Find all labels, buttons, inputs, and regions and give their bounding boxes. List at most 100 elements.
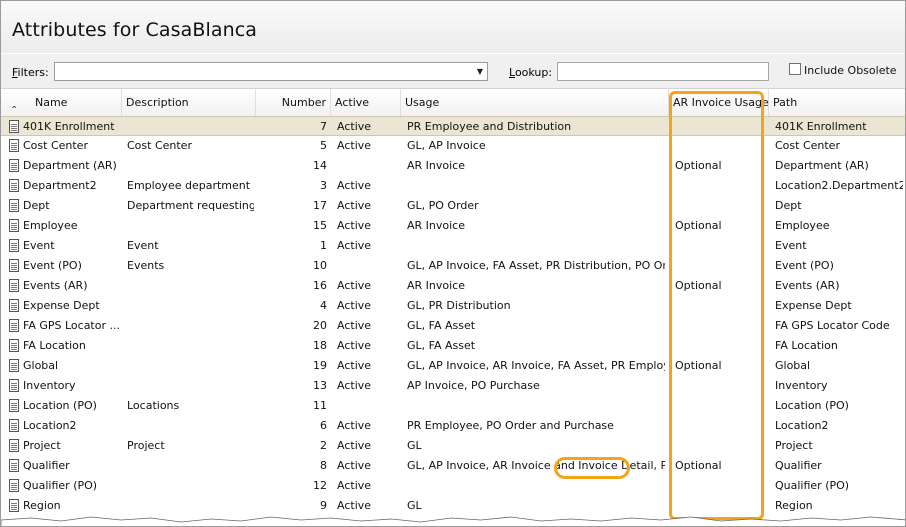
cell-name: Global: [23, 359, 59, 372]
table-row[interactable]: Expense Dept 4 Active GL, PR Distribution Ex…: [1, 296, 905, 316]
cell-number: 6: [320, 419, 327, 432]
table-row[interactable]: Cost Center Cost Center 5 Active GL, AP Invo…: [1, 136, 905, 156]
cell-usage: [407, 396, 665, 416]
cell-active: Active: [337, 359, 372, 372]
cell-ar-invoice-usage: Optional: [675, 159, 722, 172]
cell-name: FA GPS Locator ...: [23, 319, 120, 332]
cell-name: Department (AR): [23, 159, 117, 172]
document-icon: [9, 179, 19, 192]
cell-ar-invoice-usage: [675, 416, 765, 436]
cell-description: Employee department: [127, 179, 251, 192]
table-row[interactable]: Employee 15 Active AR Invoice Optional Employ…: [1, 216, 905, 236]
column-header-usage[interactable]: Usage: [401, 89, 669, 116]
document-icon: [9, 479, 19, 492]
include-obsolete-label[interactable]: Include Obsolete: [804, 64, 897, 77]
cell-name: Events (AR): [23, 279, 88, 292]
cell-number: 14: [313, 159, 327, 172]
cell-active: Active: [337, 419, 372, 432]
cell-usage: GL, PO Order: [407, 199, 479, 212]
cell-usage: AR Invoice: [407, 159, 465, 172]
cell-path: Cost Center: [775, 139, 840, 152]
cell-ar-invoice-usage: [675, 396, 765, 416]
document-icon: [9, 499, 19, 512]
column-header-description[interactable]: Description: [122, 89, 256, 116]
table-row[interactable]: Event Event 1 Active Event: [1, 236, 905, 256]
cell-path: Location (PO): [775, 399, 849, 412]
cell-ar-invoice-usage: Optional: [675, 359, 722, 372]
cell-description: [127, 416, 254, 436]
lookup-input[interactable]: [557, 62, 769, 81]
table-row[interactable]: Event (PO) Events 10 GL, AP Invoice, FA Ass…: [1, 256, 905, 276]
cell-ar-invoice-usage: [675, 316, 765, 336]
cell-number: 2: [320, 439, 327, 452]
chevron-down-icon[interactable]: ▼: [477, 67, 483, 76]
cell-name: Department2: [23, 179, 97, 192]
filters-dropdown[interactable]: ▼: [54, 62, 488, 81]
cell-name: Location (PO): [23, 399, 97, 412]
table-row[interactable]: Global 19 Active GL, AP Invoice, AR Invoice…: [1, 356, 905, 376]
cell-active: Active: [337, 120, 372, 133]
cell-name: Inventory: [23, 379, 76, 392]
cell-number: 3: [320, 179, 327, 192]
cell-usage: GL, PR Distribution: [407, 299, 511, 312]
cell-usage: GL, AP Invoice, AR Invoice, FA Asset, PR…: [407, 359, 665, 372]
cell-active: Active: [337, 339, 372, 352]
cell-path: Location2.Department2: [775, 179, 903, 192]
table-row[interactable]: Qualifier 8 Active GL, AP Invoice, AR Invoi…: [1, 456, 905, 476]
document-icon: [9, 219, 19, 232]
cell-active: Active: [337, 139, 372, 152]
cell-ar-invoice-usage: [675, 296, 765, 316]
cell-description: [127, 296, 254, 316]
cell-active: [337, 396, 399, 416]
cell-description: [127, 216, 254, 236]
cell-active: Active: [337, 239, 372, 252]
cell-active: Active: [337, 319, 372, 332]
cell-ar-invoice-usage: [675, 196, 765, 216]
cell-usage: PR Employee, PO Order and Purchase: [407, 419, 614, 432]
cell-path: Department (AR): [775, 159, 869, 172]
cell-active: Active: [337, 279, 372, 292]
table-row[interactable]: 401K Enrollment 7 Active PR Employee and Di…: [1, 116, 905, 136]
table-row[interactable]: Location2 6 Active PR Employee, PO Order an…: [1, 416, 905, 436]
table-row[interactable]: Dept Department requesting... 17 Active GL, …: [1, 196, 905, 216]
document-icon: [9, 120, 19, 133]
column-header-active[interactable]: Active: [331, 89, 401, 116]
include-obsolete-checkbox[interactable]: [789, 63, 801, 75]
table-row[interactable]: Project Project 2 Active GL Project: [1, 436, 905, 456]
cell-name: Qualifier (PO): [23, 479, 98, 492]
cell-path: FA GPS Locator Code: [775, 319, 890, 332]
cell-number: 15: [313, 219, 327, 232]
table-row[interactable]: FA GPS Locator ... 20 Active GL, FA Asset FA…: [1, 316, 905, 336]
cell-usage: GL: [407, 439, 422, 452]
table-row[interactable]: Qualifier (PO) 12 Active Qualifier (PO): [1, 476, 905, 496]
document-icon: [9, 279, 19, 292]
table-row[interactable]: Inventory 13 Active AP Invoice, PO Purchase…: [1, 376, 905, 396]
cell-description: Event: [127, 239, 159, 252]
cell-description: [127, 376, 254, 396]
cell-number: 13: [313, 379, 327, 392]
column-header-path[interactable]: Path: [769, 89, 905, 116]
cell-description: Cost Center: [127, 139, 192, 152]
document-icon: [9, 399, 19, 412]
cell-ar-invoice-usage: [675, 117, 765, 137]
cell-active: Active: [337, 459, 372, 472]
document-icon: [9, 439, 19, 452]
cell-ar-invoice-usage: [675, 436, 765, 456]
document-icon: [9, 379, 19, 392]
column-header-number[interactable]: Number: [256, 89, 331, 116]
table-row[interactable]: FA Location 18 Active GL, FA Asset FA Locati…: [1, 336, 905, 356]
table-row[interactable]: Location (PO) Locations 11 Location (PO): [1, 396, 905, 416]
table-row[interactable]: Department2 Employee department 3 Active Loc…: [1, 176, 905, 196]
table-row[interactable]: Department (AR) 14 AR Invoice Optional Depar…: [1, 156, 905, 176]
cell-ar-invoice-usage: [675, 176, 765, 196]
document-icon: [9, 199, 19, 212]
column-header-name[interactable]: ⌃ Name: [1, 89, 122, 116]
cell-name: Event: [23, 239, 55, 252]
cell-active: Active: [337, 379, 372, 392]
cell-number: 4: [320, 299, 327, 312]
cell-name: Qualifier: [23, 459, 70, 472]
table-row[interactable]: Events (AR) 16 Active AR Invoice Optional Eve…: [1, 276, 905, 296]
column-header-ar-invoice-usage[interactable]: AR Invoice Usage: [669, 89, 769, 116]
cell-active: Active: [337, 299, 372, 312]
cell-name: Employee: [23, 219, 78, 232]
